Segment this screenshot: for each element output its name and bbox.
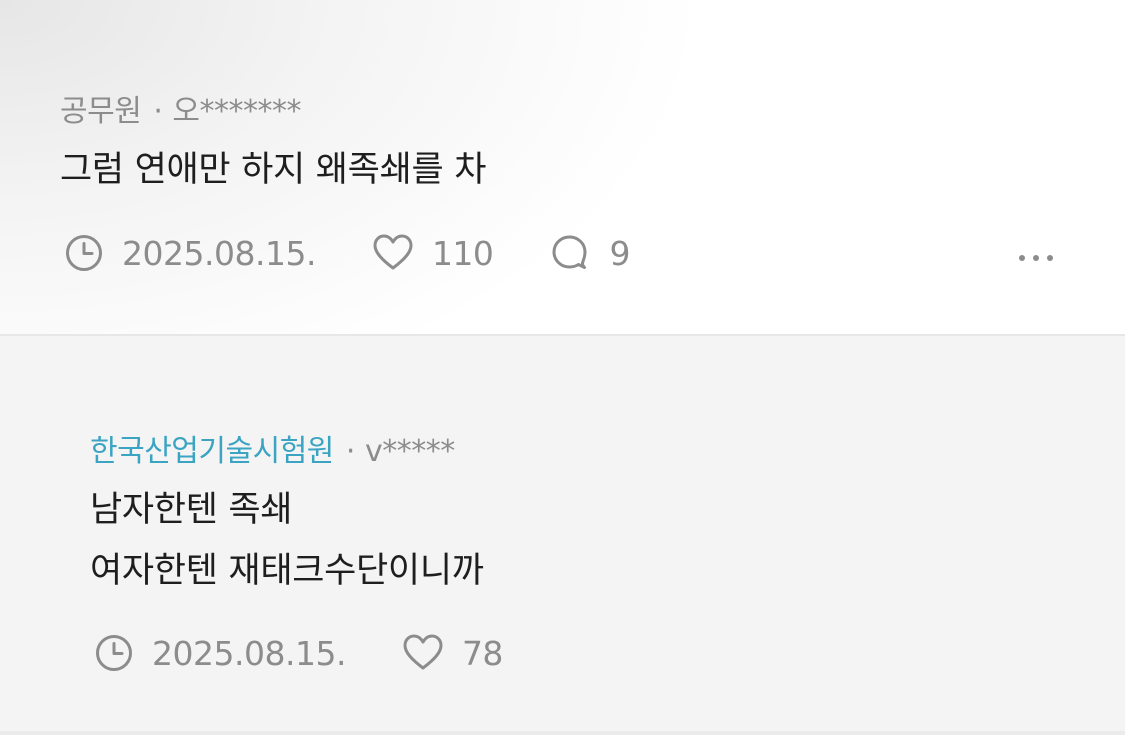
comment-icon[interactable] bbox=[549, 233, 591, 273]
clock-icon bbox=[94, 633, 134, 673]
more-options-button[interactable] bbox=[1012, 236, 1060, 276]
date-info: 2025.08.15. bbox=[64, 233, 316, 273]
date-info: 2025.08.15. bbox=[94, 633, 346, 673]
company-name[interactable]: 공무원 bbox=[60, 94, 142, 129]
reply-date: 2025.08.15. bbox=[152, 633, 346, 673]
reply-actions: 2025.08.15. 78 bbox=[94, 630, 559, 676]
heart-icon[interactable] bbox=[372, 233, 414, 273]
comment-actions: 2025.08.15. 110 9 bbox=[64, 230, 630, 276]
author-name: v***** bbox=[364, 434, 455, 469]
bottom-divider bbox=[0, 731, 1125, 735]
clock-icon bbox=[64, 233, 104, 273]
reply-meta: 한국산업기술시험원 · v***** bbox=[90, 426, 455, 470]
like-button[interactable]: 110 bbox=[372, 233, 494, 273]
comment-meta: 공무원 · 오******* bbox=[60, 86, 301, 130]
like-button[interactable]: 78 bbox=[402, 633, 503, 673]
comment-count: 9 bbox=[609, 233, 630, 273]
meta-separator: · bbox=[345, 434, 356, 469]
reply-text: 남자한텐 족쇄 여자한텐 재태크수단이니까 bbox=[90, 480, 484, 602]
comment-text: 그럼 연애만 하지 왜족쇄를 차 bbox=[60, 150, 487, 190]
author-name: 오******* bbox=[172, 94, 301, 129]
more-icon[interactable] bbox=[1018, 247, 1054, 266]
reply-text-line: 남자한텐 족쇄 bbox=[90, 490, 293, 530]
reply-text-line: 여자한텐 재태크수단이니까 bbox=[90, 551, 484, 591]
company-name[interactable]: 한국산업기술시험원 bbox=[90, 434, 334, 469]
reply-button[interactable]: 9 bbox=[549, 233, 630, 273]
like-count: 78 bbox=[461, 633, 504, 673]
comment-date: 2025.08.15. bbox=[122, 233, 316, 273]
comment-post: 공무원 · 오******* 그럼 연애만 하지 왜족쇄를 차 2025.08.15… bbox=[0, 0, 1125, 334]
comment-reply: 한국산업기술시험원 · v***** 남자한텐 족쇄 여자한텐 재태크수단이니까 2… bbox=[0, 336, 1125, 735]
meta-separator: · bbox=[153, 94, 163, 129]
heart-icon[interactable] bbox=[402, 633, 444, 673]
like-count: 110 bbox=[431, 233, 494, 273]
